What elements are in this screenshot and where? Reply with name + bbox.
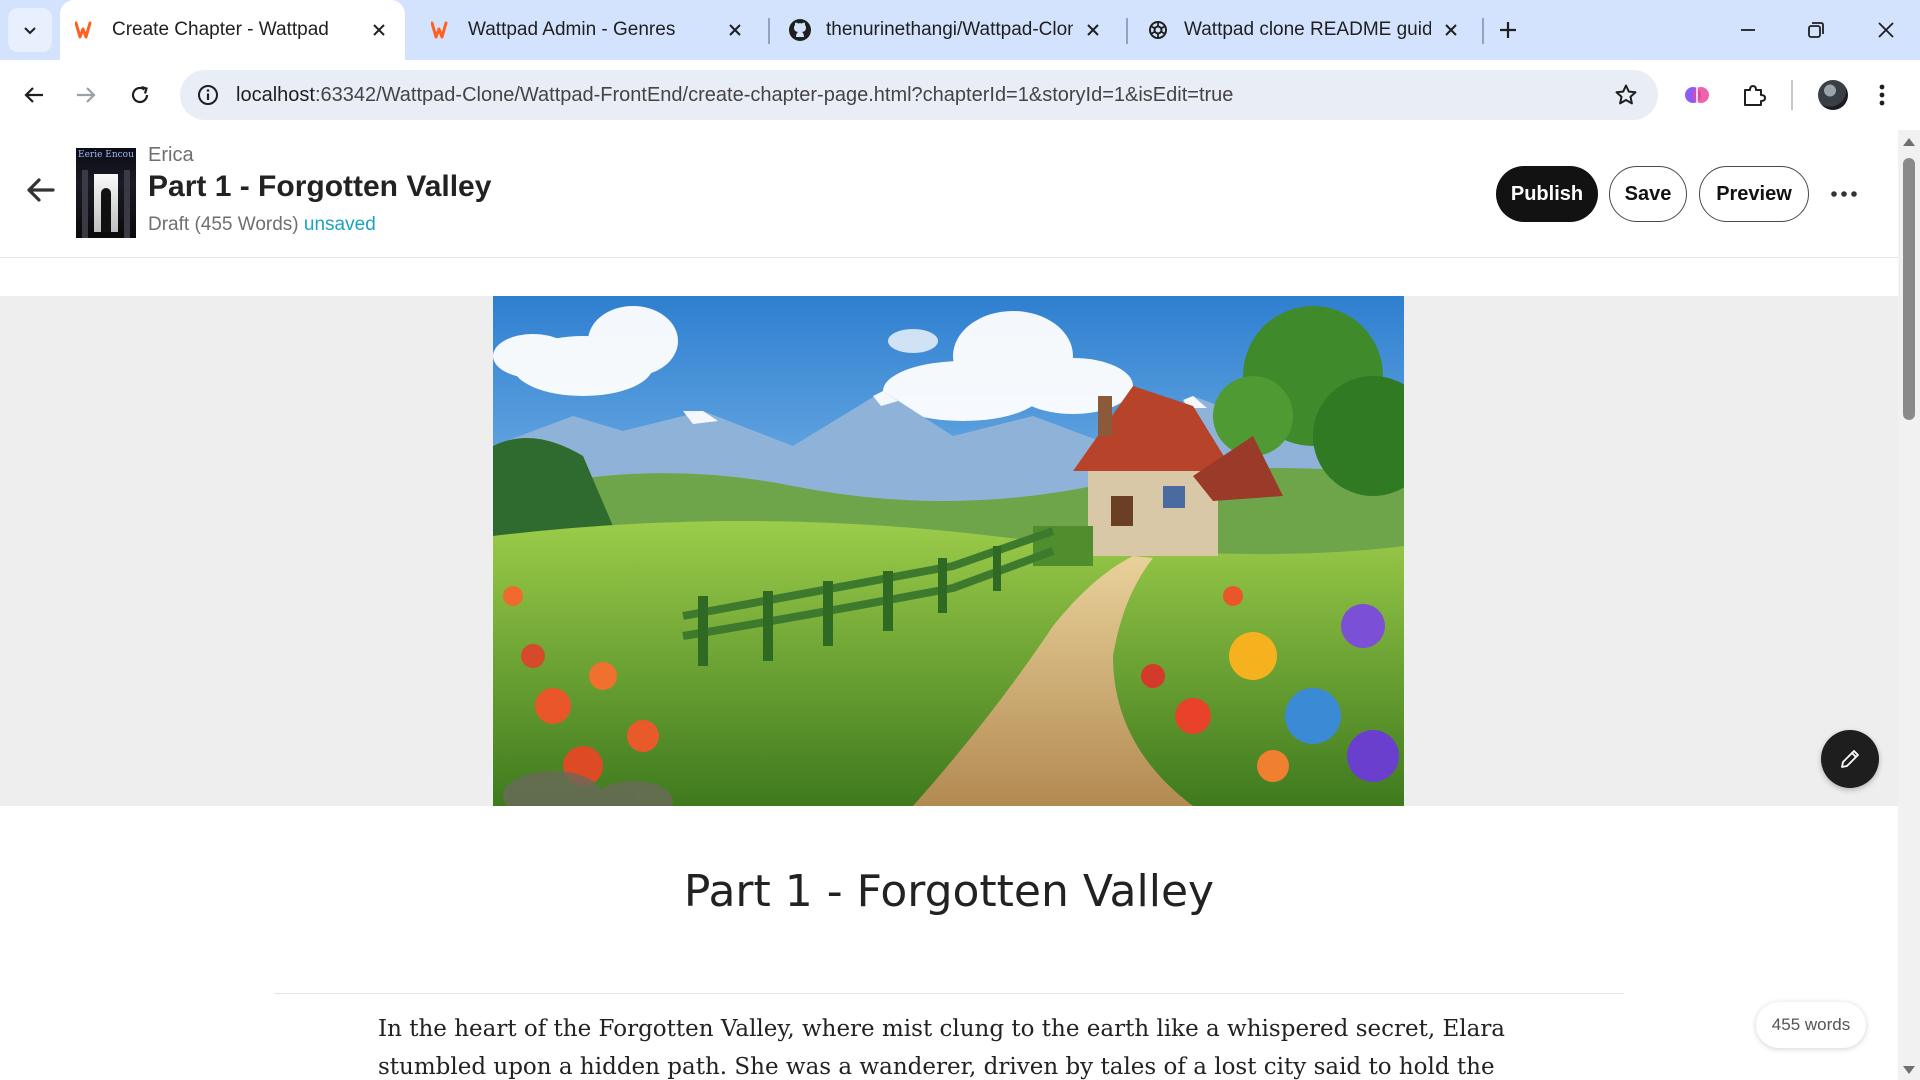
address-bar[interactable]: localhost:63342/Wattpad-Clone/Wattpad-Fr… (180, 70, 1658, 120)
save-button[interactable]: Save (1609, 166, 1687, 222)
url-path: :63342/Wattpad-Clone/Wattpad-FrontEnd/cr… (314, 83, 1234, 106)
chapter-banner-image (493, 296, 1404, 806)
author-name: Erica (148, 144, 194, 166)
url-text: localhost:63342/Wattpad-Clone/Wattpad-Fr… (236, 84, 1233, 107)
tab-github[interactable]: thenurinethangi/Wattpad-Clone (774, 0, 1119, 60)
story-cover[interactable]: Eerie Encounters (76, 148, 136, 238)
tab-search-button[interactable] (8, 8, 52, 52)
draft-status: Draft (455 Words) unsaved (148, 214, 376, 236)
restore-button[interactable] (1796, 10, 1836, 50)
scrollbar-thumb[interactable] (1903, 158, 1915, 420)
tab-title: Wattpad Admin - Genres (468, 19, 676, 40)
brain-extension-icon[interactable] (1680, 78, 1714, 112)
site-info-icon[interactable] (180, 70, 236, 120)
url-host: localhost (236, 83, 315, 106)
profile-avatar[interactable] (1818, 80, 1848, 110)
reload-button[interactable] (120, 75, 160, 115)
plus-icon (1500, 22, 1516, 38)
unsaved-status: unsaved (303, 214, 376, 235)
browser-toolbar: localhost:63342/Wattpad-Clone/Wattpad-Fr… (0, 60, 1920, 130)
browser-tab-bar: Create Chapter - Wattpad Wattpad Admin -… (0, 0, 1920, 60)
tab-create-chapter[interactable]: Create Chapter - Wattpad (60, 0, 405, 60)
page-viewport: Eerie Encounters Erica Part 1 - Forgotte… (0, 130, 1898, 1080)
wattpad-icon (430, 18, 454, 42)
minimize-button[interactable] (1728, 10, 1768, 50)
chatgpt-icon (1146, 18, 1170, 42)
close-icon (1878, 22, 1894, 38)
tab-separator (768, 18, 770, 44)
more-options-icon[interactable] (1824, 174, 1864, 214)
tab-separator (1126, 18, 1128, 44)
banner-area (0, 296, 1898, 806)
editor-header: Eerie Encounters Erica Part 1 - Forgotte… (0, 130, 1898, 258)
tab-title: thenurinethangi/Wattpad-Clone (826, 19, 1073, 40)
github-icon (788, 18, 812, 42)
chapter-content-title[interactable]: Part 1 - Forgotten Valley (0, 866, 1898, 917)
tab-title: Wattpad clone README guide (1184, 19, 1431, 40)
minimize-icon (1741, 29, 1755, 31)
reload-icon (131, 85, 149, 104)
back-button[interactable] (14, 75, 54, 115)
preview-button[interactable]: Preview (1699, 166, 1809, 222)
tab-admin-genres[interactable]: Wattpad Admin - Genres (416, 0, 761, 60)
content-divider (274, 993, 1624, 994)
tab-separator (1482, 18, 1484, 44)
publish-button[interactable]: Publish (1496, 166, 1598, 222)
scroll-up-arrow[interactable] (1903, 138, 1915, 146)
cover-title: Eerie Encounters (78, 150, 134, 160)
close-tab-icon[interactable] (1439, 18, 1463, 42)
restore-icon (1808, 22, 1824, 38)
edit-banner-button[interactable] (1821, 730, 1879, 788)
chapter-title: Part 1 - Forgotten Valley (148, 170, 492, 203)
close-window-button[interactable] (1866, 10, 1906, 50)
toolbar-divider (1791, 80, 1793, 110)
forward-button[interactable] (66, 75, 106, 115)
close-tab-icon[interactable] (367, 18, 391, 42)
back-arrow-icon[interactable] (22, 172, 58, 208)
wattpad-icon (74, 18, 98, 42)
new-tab-button[interactable] (1492, 14, 1524, 46)
extensions-puzzle-icon[interactable] (1737, 78, 1771, 112)
page-scrollbar[interactable] (1898, 130, 1920, 1080)
draft-word-label: Draft (455 Words) (148, 214, 299, 235)
scroll-down-arrow[interactable] (1903, 1066, 1915, 1074)
close-tab-icon[interactable] (723, 18, 747, 42)
chevron-down-icon (24, 27, 36, 35)
tab-chatgpt[interactable]: Wattpad clone README guide (1132, 0, 1477, 60)
tab-title: Create Chapter - Wattpad (112, 19, 329, 40)
arrow-right-icon (77, 87, 96, 103)
bookmark-star-icon[interactable] (1614, 83, 1638, 107)
chapter-body-editor[interactable]: In the heart of the Forgotten Valley, wh… (378, 1010, 1538, 1080)
word-count-badge: 455 words (1756, 1002, 1866, 1048)
close-tab-icon[interactable] (1081, 18, 1105, 42)
pencil-icon (1841, 750, 1859, 768)
arrow-left-icon (24, 87, 43, 103)
kebab-menu-icon[interactable] (1865, 78, 1899, 112)
